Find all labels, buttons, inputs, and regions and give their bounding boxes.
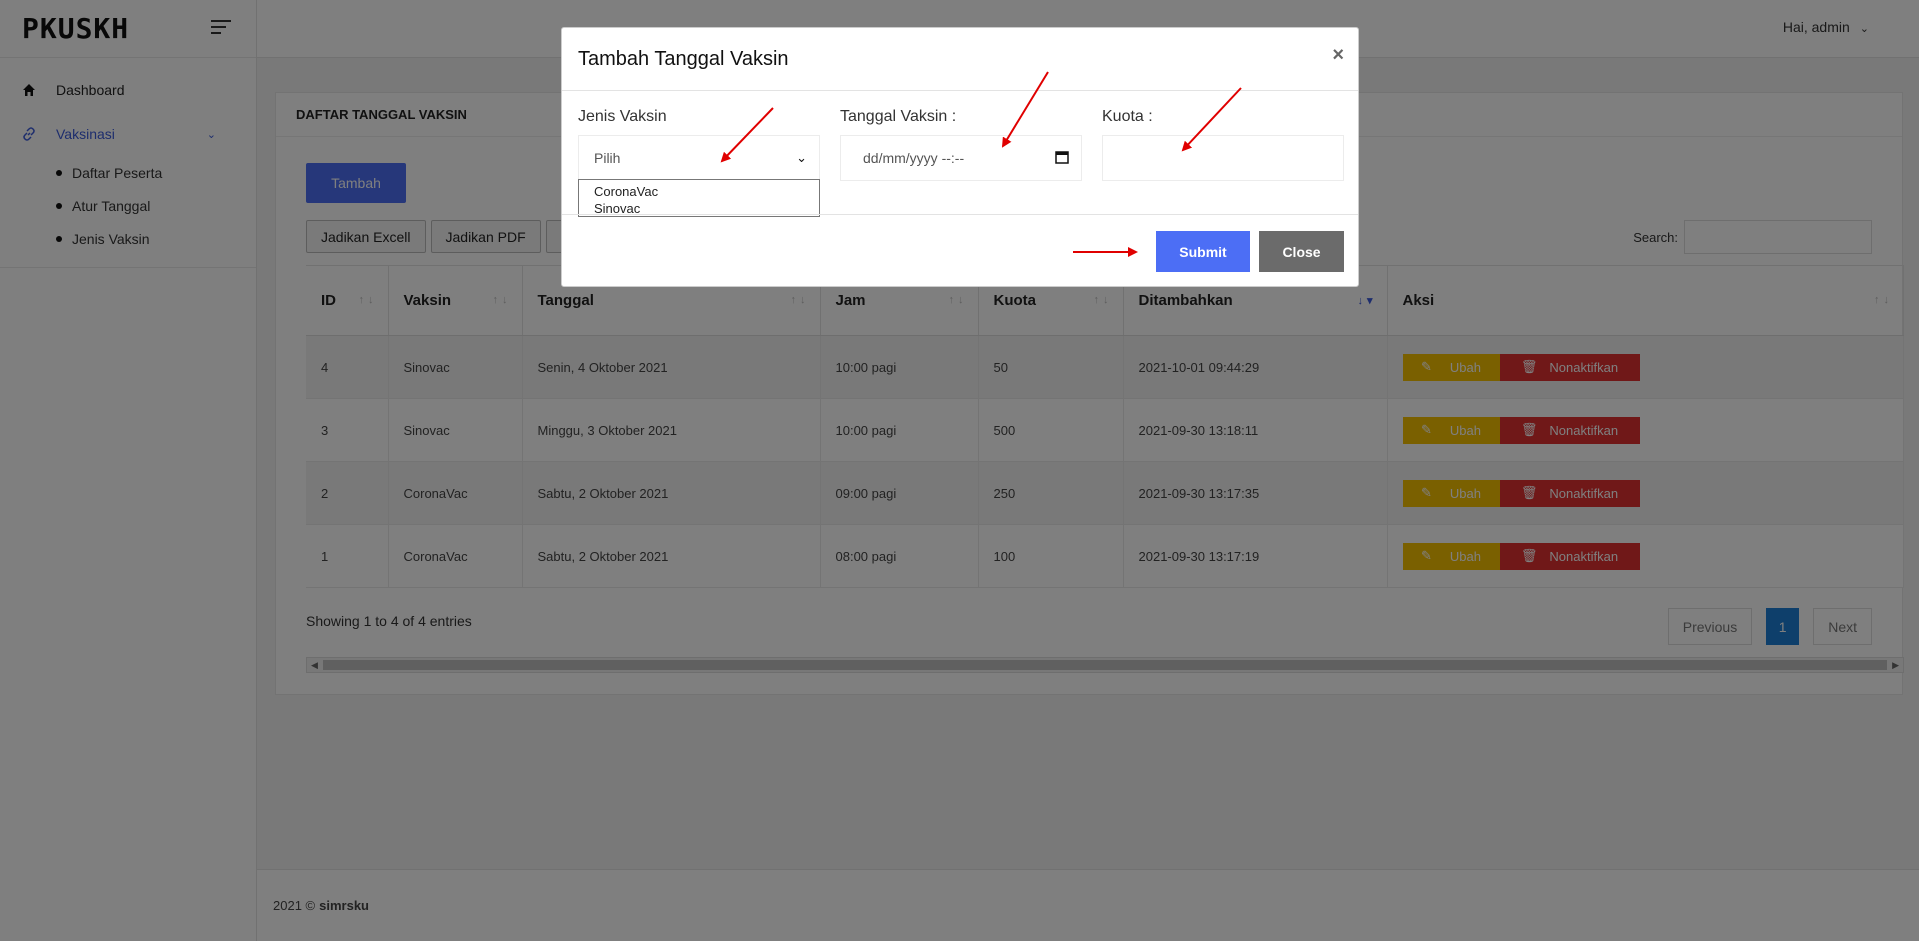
annotation-arrow-jenis <box>720 107 774 163</box>
annotation-arrow-kuota <box>1181 87 1242 152</box>
annotation-arrows <box>720 71 1242 257</box>
annotation-arrow-tanggal <box>1001 71 1049 148</box>
